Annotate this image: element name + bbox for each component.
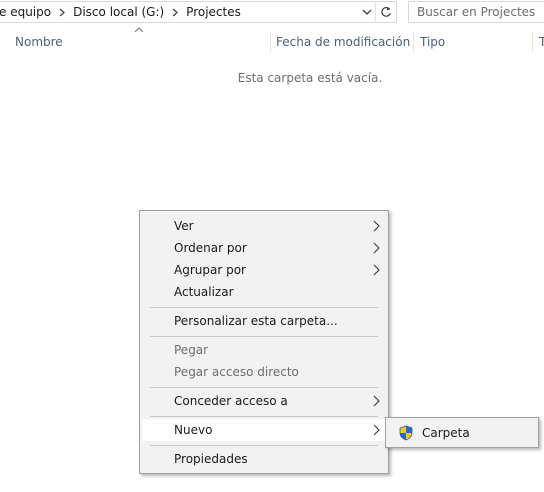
breadcrumb-local-disk[interactable]: Disco local (G:): [71, 2, 166, 22]
submenu-item-folder[interactable]: Carpeta: [388, 422, 536, 444]
menu-item-paste[interactable]: Pegar: [142, 339, 386, 361]
menu-item-customize-folder[interactable]: Personalizar esta carpeta...: [142, 310, 386, 332]
menu-item-refresh[interactable]: Actualizar: [142, 281, 386, 303]
column-header-modified[interactable]: Fecha de modificación: [276, 28, 410, 56]
column-header-type[interactable]: Tipo: [420, 28, 445, 56]
chevron-right-icon: [373, 395, 380, 407]
chevron-down-icon[interactable]: [358, 2, 376, 22]
menu-item-label: Actualizar: [174, 285, 234, 299]
menu-item-group-by[interactable]: Agrupar por: [142, 259, 386, 281]
menu-item-label: Personalizar esta carpeta...: [174, 314, 338, 328]
search-input[interactable]: [409, 2, 544, 22]
empty-folder-message: Esta carpeta está vacía.: [237, 71, 383, 85]
menu-item-label: Pegar: [174, 343, 209, 357]
submenu-item-label: Carpeta: [422, 426, 470, 440]
menu-separator: [150, 416, 378, 417]
menu-item-give-access[interactable]: Conceder acceso a: [142, 390, 386, 412]
menu-item-paste-shortcut[interactable]: Pegar acceso directo: [142, 361, 386, 383]
menu-separator: [150, 336, 378, 337]
chevron-right-icon: [373, 264, 380, 276]
context-menu: Ver Ordenar por Agrupar por Actualizar P…: [139, 210, 389, 474]
chevron-right-icon: [373, 424, 380, 436]
refresh-icon[interactable]: [375, 2, 396, 22]
breadcrumb-this-pc[interactable]: e equipo: [0, 2, 53, 22]
breadcrumb-chevron-icon[interactable]: [166, 2, 184, 22]
breadcrumb-chevron-icon[interactable]: [53, 2, 71, 22]
column-divider[interactable]: [532, 32, 533, 52]
menu-item-view[interactable]: Ver: [142, 215, 386, 237]
menu-item-label: Agrupar por: [174, 263, 246, 277]
menu-item-label: Ver: [174, 219, 194, 233]
search-box[interactable]: [408, 1, 544, 23]
menu-item-label: Propiedades: [174, 452, 248, 466]
menu-item-label: Conceder acceso a: [174, 394, 288, 408]
sort-ascending-icon: [134, 27, 144, 33]
menu-item-new[interactable]: Nuevo: [142, 419, 386, 441]
menu-item-label: Ordenar por: [174, 241, 247, 255]
column-header-name[interactable]: Nombre: [15, 28, 63, 56]
address-bar[interactable]: e equipo Disco local (G:) Projectes: [0, 1, 397, 23]
column-header-size[interactable]: T: [539, 28, 544, 56]
column-divider[interactable]: [270, 32, 271, 52]
menu-item-properties[interactable]: Propiedades: [142, 448, 386, 470]
submenu-new: Carpeta: [385, 417, 539, 448]
menu-separator: [150, 387, 378, 388]
uac-shield-icon: [399, 425, 413, 441]
menu-item-label: Pegar acceso directo: [174, 365, 299, 379]
chevron-right-icon: [373, 220, 380, 232]
breadcrumb-projectes[interactable]: Projectes: [184, 2, 243, 22]
menu-separator: [150, 445, 378, 446]
menu-item-label: Nuevo: [174, 423, 213, 437]
column-divider[interactable]: [413, 32, 414, 52]
menu-separator: [150, 307, 378, 308]
menu-item-sort-by[interactable]: Ordenar por: [142, 237, 386, 259]
chevron-right-icon: [373, 242, 380, 254]
explorer-window: e equipo Disco local (G:) Projectes Nomb…: [0, 0, 544, 492]
